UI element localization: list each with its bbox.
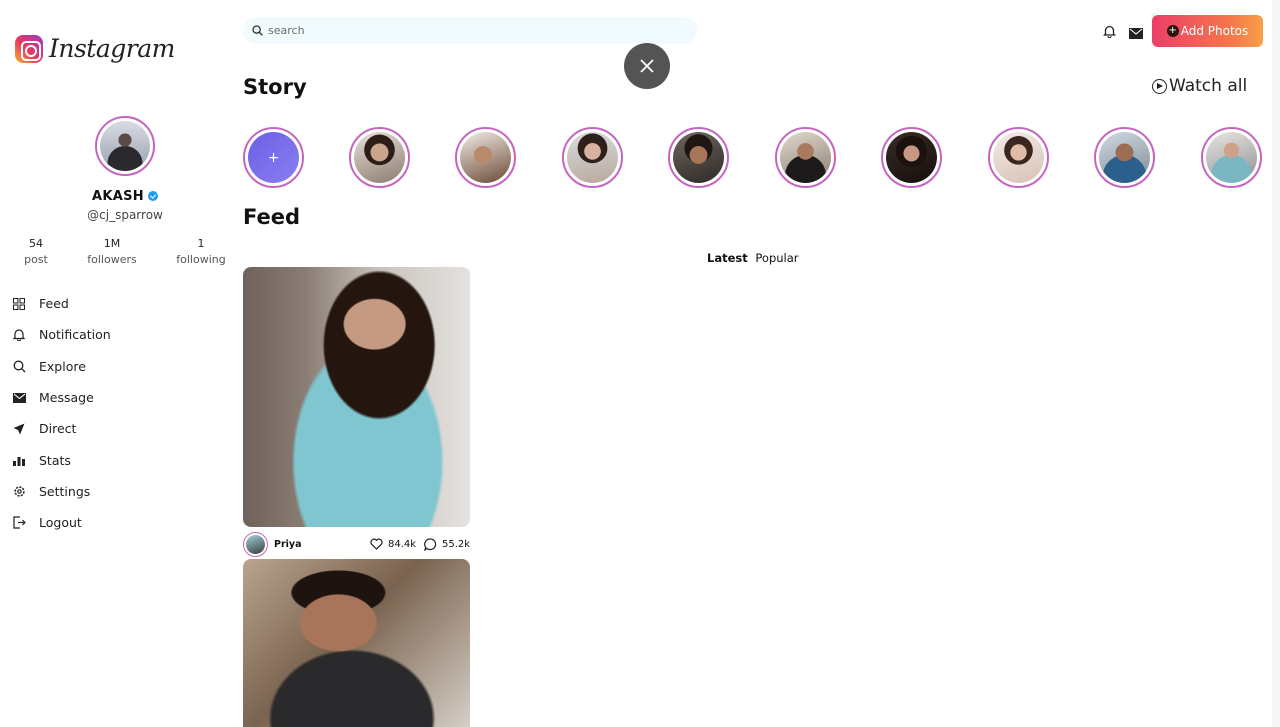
instagram-logo[interactable]: Instagram bbox=[15, 34, 175, 63]
post-author-photo bbox=[246, 535, 265, 554]
sidebar-item-logout[interactable]: Logout bbox=[12, 507, 111, 538]
stat-label: post bbox=[24, 253, 48, 266]
envelope-icon bbox=[1129, 28, 1143, 39]
plus-icon: + bbox=[1166, 25, 1179, 37]
stat-label: following bbox=[176, 253, 226, 266]
story-photo bbox=[1099, 132, 1150, 183]
story-avatar[interactable] bbox=[775, 127, 836, 188]
notification-button[interactable] bbox=[1102, 23, 1117, 42]
gear-icon bbox=[12, 484, 26, 498]
bell-icon bbox=[1102, 25, 1117, 39]
instagram-logo-icon bbox=[15, 34, 43, 63]
bar-chart-icon bbox=[12, 453, 26, 467]
like-button[interactable]: 84.4k bbox=[370, 538, 416, 550]
send-icon bbox=[12, 422, 26, 436]
sidebar-item-label: Stats bbox=[39, 452, 71, 468]
sidebar-item-explore[interactable]: Explore bbox=[12, 351, 111, 382]
brand-name: Instagram bbox=[49, 34, 175, 63]
story-avatar[interactable] bbox=[1201, 127, 1262, 188]
comment-count: 55.2k bbox=[442, 539, 471, 550]
comment-button[interactable]: 55.2k bbox=[424, 538, 470, 551]
sidebar-item-label: Explore bbox=[39, 358, 86, 374]
like-count: 84.4k bbox=[388, 538, 417, 550]
sidebar-item-label: Direct bbox=[39, 421, 77, 437]
sidebar-nav: Feed Notification Explore Message Direct bbox=[12, 288, 111, 538]
story-avatar[interactable] bbox=[349, 127, 410, 188]
story-avatar[interactable] bbox=[988, 127, 1049, 188]
close-button[interactable] bbox=[624, 43, 670, 89]
stat-posts: 54 post bbox=[20, 237, 52, 266]
sidebar-item-label: Settings bbox=[39, 483, 91, 499]
feed-post-meta: Priya 84.4k 55.2k bbox=[243, 532, 470, 558]
story-avatar[interactable] bbox=[562, 127, 623, 188]
add-photos-button[interactable]: + Add Photos bbox=[1152, 15, 1263, 47]
profile-handle: @cj_sparrow bbox=[87, 208, 163, 222]
profile-avatar[interactable] bbox=[95, 116, 155, 176]
story-photo bbox=[886, 132, 937, 183]
story-photo bbox=[354, 132, 405, 183]
play-circle-icon bbox=[1152, 78, 1167, 94]
story-photo bbox=[993, 132, 1044, 183]
feed-post-image[interactable] bbox=[243, 559, 470, 727]
watch-all-button[interactable]: Watch all bbox=[1152, 76, 1247, 96]
feed-post-image[interactable] bbox=[243, 267, 470, 527]
story-avatar[interactable] bbox=[1094, 127, 1155, 188]
bell-icon bbox=[12, 328, 26, 342]
sidebar-item-direct[interactable]: Direct bbox=[12, 413, 111, 444]
story-avatar[interactable] bbox=[455, 127, 516, 188]
story-photo bbox=[1206, 132, 1257, 183]
sidebar-item-message[interactable]: Message bbox=[12, 382, 111, 413]
search-input[interactable] bbox=[268, 24, 668, 37]
sidebar-item-notification[interactable]: Notification bbox=[12, 319, 111, 350]
logout-icon bbox=[12, 516, 26, 530]
sidebar-item-label: Logout bbox=[39, 515, 82, 531]
feed-title: Feed bbox=[243, 205, 301, 229]
tab-popular[interactable]: Popular bbox=[755, 251, 798, 265]
watch-all-label: Watch all bbox=[1169, 76, 1248, 96]
messages-button[interactable] bbox=[1129, 24, 1143, 43]
verified-badge-icon bbox=[147, 190, 158, 201]
add-photos-label: Add Photos bbox=[1180, 24, 1249, 38]
sidebar-item-settings[interactable]: Settings bbox=[12, 476, 111, 507]
stat-value: 1M bbox=[103, 237, 121, 250]
sidebar-item-stats[interactable]: Stats bbox=[12, 444, 111, 475]
story-photo bbox=[780, 132, 831, 183]
stat-followers: 1M followers bbox=[84, 237, 140, 266]
sidebar: Instagram AKASH @cj_sparrow 54 post 1M f… bbox=[0, 0, 235, 727]
scrollbar[interactable] bbox=[1272, 0, 1280, 727]
close-icon bbox=[640, 59, 654, 73]
sidebar-item-label: Notification bbox=[39, 327, 111, 343]
profile-name-row: AKASH bbox=[0, 189, 250, 204]
search-bar bbox=[243, 17, 697, 44]
story-avatar[interactable] bbox=[881, 127, 942, 188]
story-photo bbox=[567, 132, 618, 183]
story-photo bbox=[460, 132, 511, 183]
story-photo bbox=[673, 132, 724, 183]
post-author-name[interactable]: Priya bbox=[274, 539, 302, 550]
plus-icon: + bbox=[248, 132, 299, 183]
grid-icon bbox=[12, 297, 26, 311]
tab-latest[interactable]: Latest bbox=[707, 251, 748, 265]
profile-name: AKASH bbox=[92, 189, 144, 204]
profile-photo bbox=[100, 121, 150, 171]
heart-icon bbox=[370, 538, 383, 550]
add-story-button[interactable]: + bbox=[243, 127, 304, 188]
search-icon bbox=[12, 359, 26, 373]
envelope-icon bbox=[12, 391, 26, 405]
comment-icon bbox=[424, 538, 437, 551]
sidebar-item-feed[interactable]: Feed bbox=[12, 288, 111, 319]
sidebar-item-label: Feed bbox=[39, 296, 69, 312]
story-avatar[interactable] bbox=[668, 127, 729, 188]
sidebar-item-label: Message bbox=[39, 390, 94, 406]
search-icon bbox=[252, 25, 263, 36]
post-author-avatar[interactable] bbox=[243, 532, 268, 557]
stat-following: 1 following bbox=[172, 237, 230, 266]
stat-value: 1 bbox=[197, 237, 205, 250]
stat-label: followers bbox=[87, 253, 137, 266]
story-title: Story bbox=[243, 75, 307, 99]
stat-value: 54 bbox=[29, 237, 43, 250]
feed-tabs: Latest Popular bbox=[707, 251, 803, 265]
